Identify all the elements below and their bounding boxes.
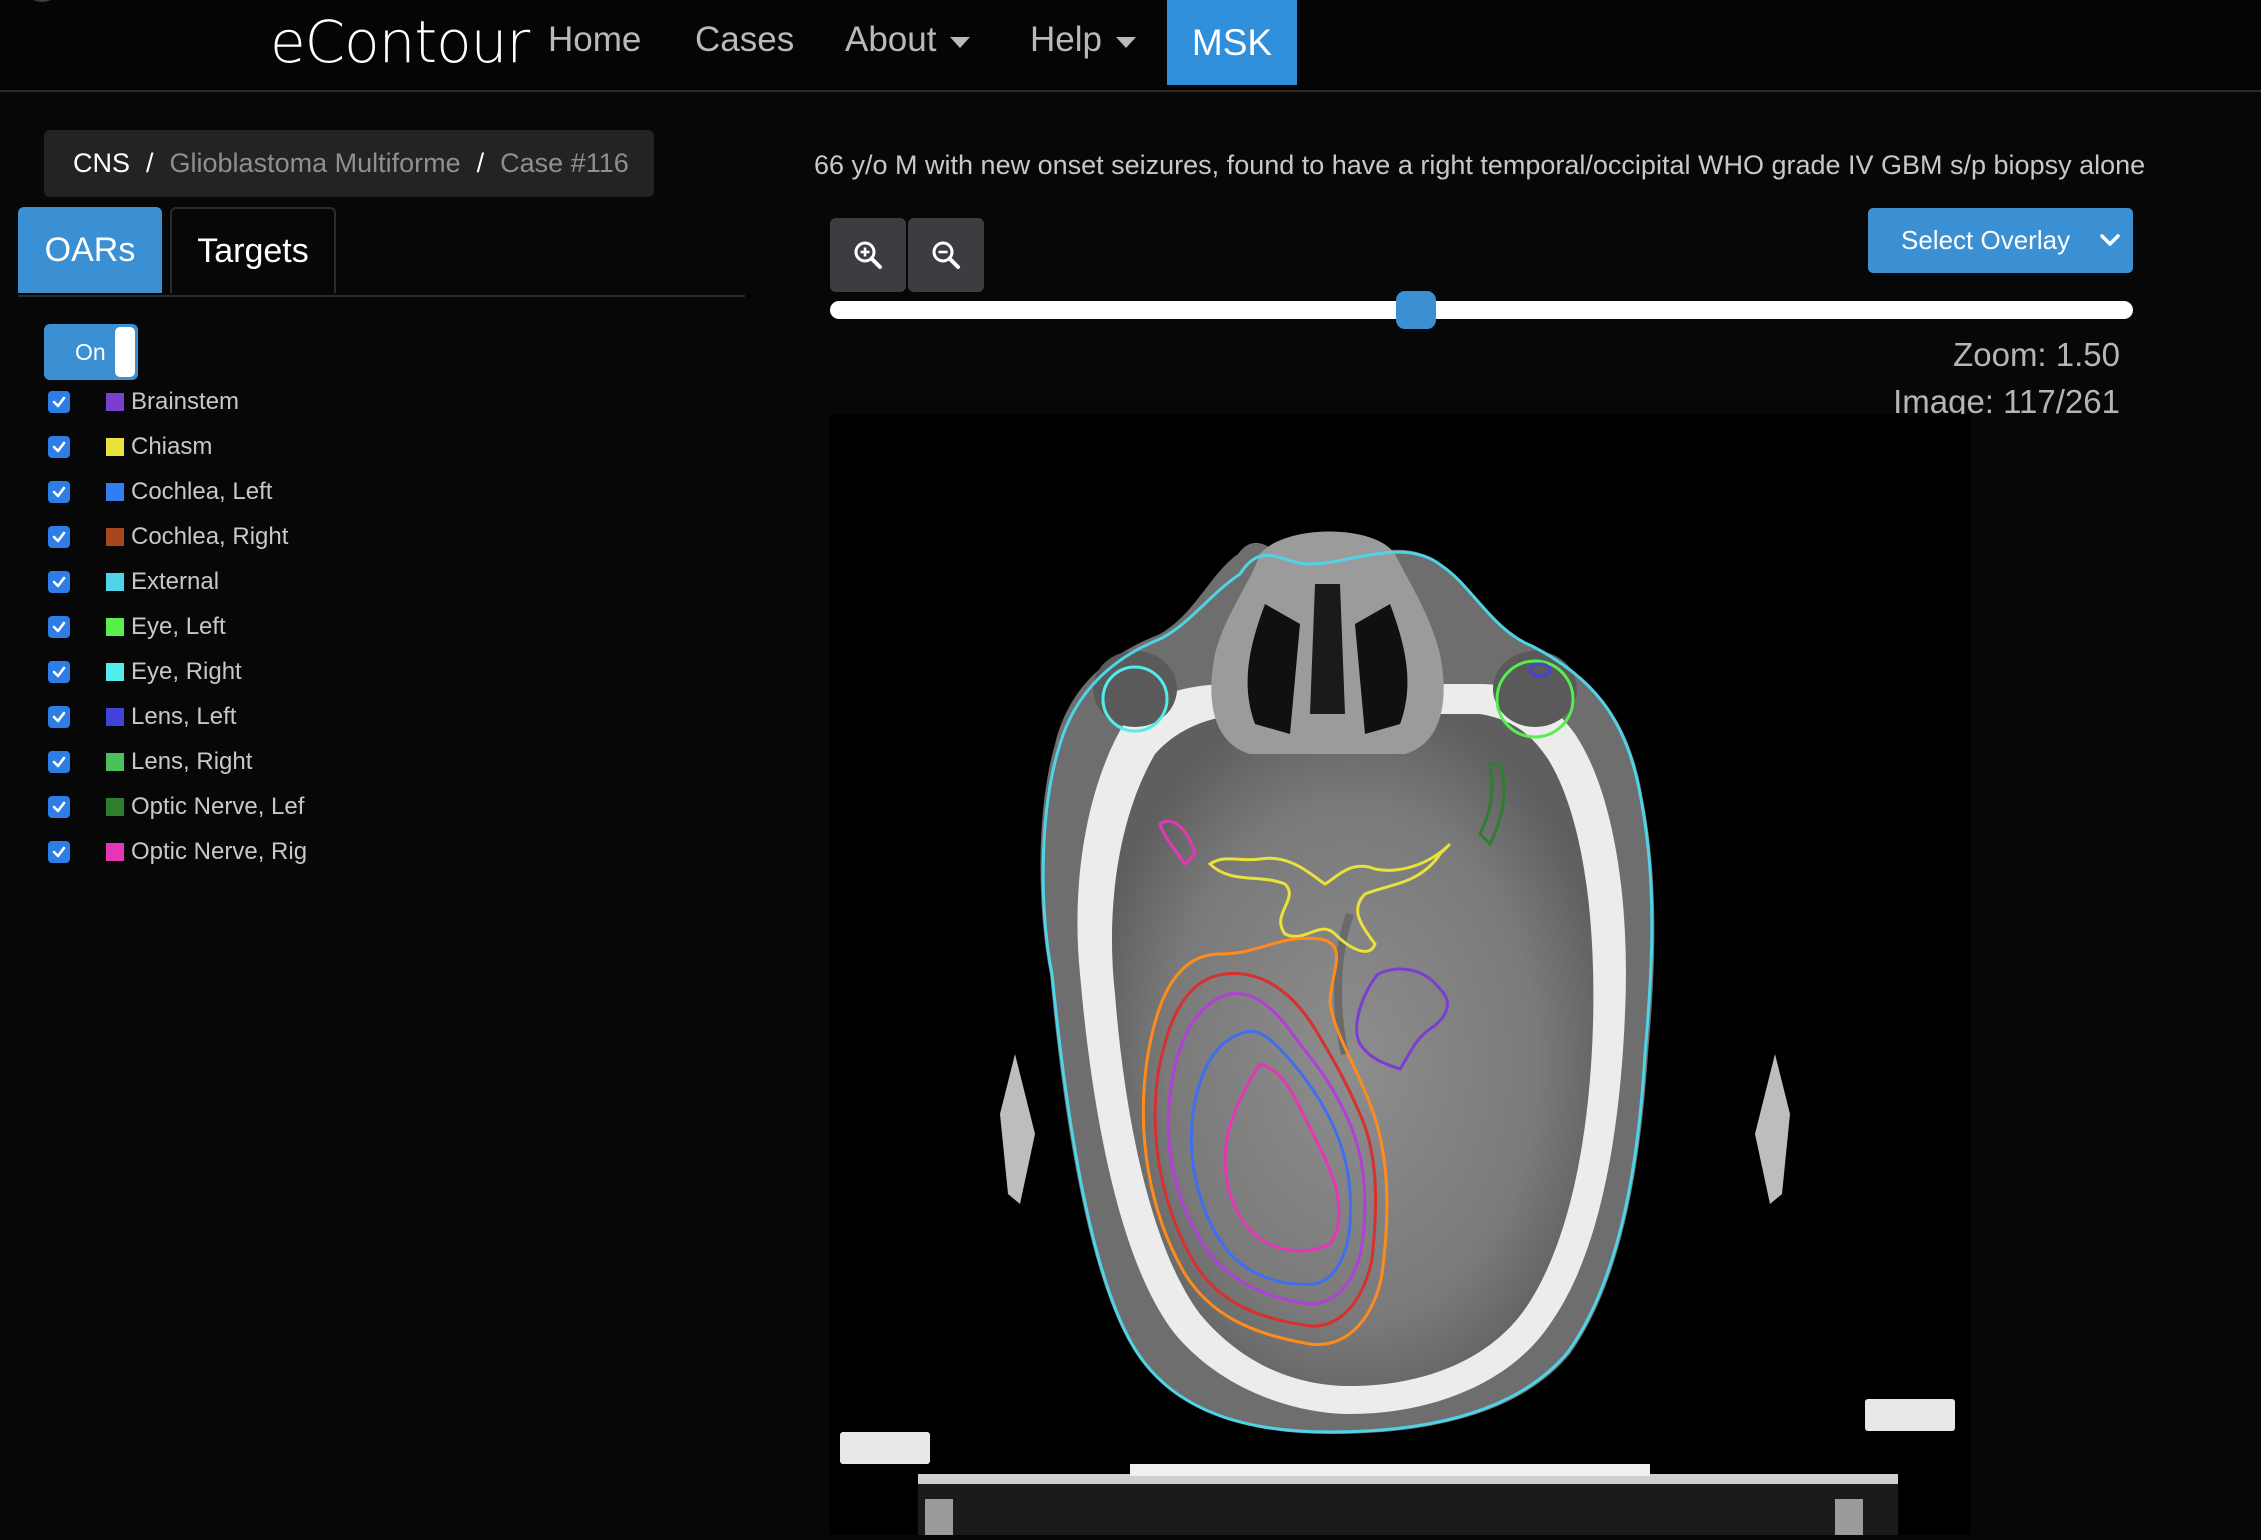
slice-slider-thumb[interactable] bbox=[1396, 291, 1437, 329]
oar-checkbox[interactable] bbox=[48, 751, 70, 773]
brand-logo[interactable]: eContour bbox=[270, 8, 530, 76]
checkmark-icon bbox=[52, 801, 66, 813]
oar-label: Cochlea, Left bbox=[131, 478, 273, 505]
case-description: 66 y/o M with new onset seizures, found … bbox=[814, 150, 2146, 180]
oar-item[interactable]: Eye, Left bbox=[48, 609, 226, 645]
nav-cases[interactable]: Cases bbox=[695, 20, 794, 60]
oar-color-swatch bbox=[106, 573, 124, 591]
select-overlay-label: Select Overlay bbox=[1901, 225, 2071, 255]
checkmark-icon bbox=[52, 846, 66, 858]
breadcrumb-item-case: Case #116 bbox=[500, 148, 629, 178]
oar-label: Eye, Left bbox=[131, 613, 226, 640]
checkmark-icon bbox=[52, 576, 66, 588]
zoom-out-button[interactable] bbox=[908, 218, 984, 292]
breadcrumb: CNS / Glioblastoma Multiforme / Case #11… bbox=[44, 130, 654, 197]
nav-msk[interactable]: MSK bbox=[1167, 0, 1297, 85]
oar-color-swatch bbox=[106, 438, 124, 456]
oar-color-swatch bbox=[106, 618, 124, 636]
toggle-knob bbox=[115, 327, 135, 377]
oar-item[interactable]: Cochlea, Left bbox=[48, 474, 272, 510]
breadcrumb-separator: / bbox=[476, 148, 485, 178]
checkmark-icon bbox=[52, 531, 66, 543]
oar-item[interactable]: Brainstem bbox=[48, 384, 239, 420]
oar-checkbox[interactable] bbox=[48, 436, 70, 458]
checkmark-icon bbox=[52, 396, 66, 408]
zoom-readout: Zoom: 1.50 bbox=[1953, 336, 2120, 373]
ct-image-viewer[interactable] bbox=[830, 414, 1970, 1535]
oar-item[interactable]: Lens, Right bbox=[48, 744, 252, 780]
oar-label: Optic Nerve, Rig bbox=[131, 838, 308, 865]
oar-label: External bbox=[131, 568, 220, 595]
top-navbar: eContour Home Cases About Help MSK bbox=[0, 0, 2261, 92]
oar-checkbox[interactable] bbox=[48, 481, 70, 503]
nav-msk-label: MSK bbox=[1191, 21, 1273, 63]
oar-label: Lens, Left bbox=[131, 703, 237, 730]
nav-cases-label: Cases bbox=[695, 20, 795, 59]
select-overlay-dropdown[interactable]: Select Overlay bbox=[1868, 208, 2133, 273]
oar-color-swatch bbox=[106, 393, 124, 411]
nav-home-label: Home bbox=[548, 20, 642, 59]
checkmark-icon bbox=[52, 756, 66, 768]
caret-down-icon bbox=[950, 36, 971, 48]
breadcrumb-item-cns[interactable]: CNS bbox=[73, 148, 130, 179]
oar-checkbox[interactable] bbox=[48, 796, 70, 818]
oar-color-swatch bbox=[106, 483, 124, 501]
caret-down-icon bbox=[1115, 36, 1136, 48]
oar-item[interactable]: External bbox=[48, 564, 219, 600]
oar-color-swatch bbox=[106, 663, 124, 681]
oar-label: Lens, Right bbox=[131, 748, 253, 775]
oar-label: Eye, Right bbox=[131, 658, 242, 685]
checkmark-icon bbox=[52, 666, 66, 678]
oar-checkbox[interactable] bbox=[48, 841, 70, 863]
oar-item[interactable]: Lens, Left bbox=[48, 699, 236, 735]
toggle-label: On bbox=[75, 339, 106, 365]
tab-targets-label: Targets bbox=[197, 231, 309, 270]
nav-about-label: About bbox=[845, 20, 937, 59]
oar-item[interactable]: Optic Nerve, Rig bbox=[48, 834, 307, 870]
checkmark-icon bbox=[52, 621, 66, 633]
structure-tabs: OARs Targets bbox=[18, 207, 745, 297]
nav-help-label: Help bbox=[1030, 20, 1102, 59]
checkmark-icon bbox=[52, 486, 66, 498]
zoom-out-icon bbox=[932, 241, 960, 269]
oar-label: Chiasm bbox=[131, 433, 213, 460]
oar-checkbox[interactable] bbox=[48, 706, 70, 728]
chevron-down-icon bbox=[2100, 234, 2120, 246]
oar-checkbox[interactable] bbox=[48, 571, 70, 593]
nav-home[interactable]: Home bbox=[548, 20, 641, 60]
nav-about-dropdown[interactable]: About bbox=[845, 20, 971, 60]
oar-label: Brainstem bbox=[131, 388, 240, 415]
oar-label: Optic Nerve, Lef bbox=[131, 793, 305, 820]
breadcrumb-item-disease[interactable]: Glioblastoma Multiforme bbox=[170, 148, 461, 179]
oar-label: Cochlea, Right bbox=[131, 523, 289, 550]
oar-item[interactable]: Chiasm bbox=[48, 429, 212, 465]
zoom-in-icon bbox=[854, 241, 882, 269]
oar-color-swatch bbox=[106, 753, 124, 771]
ct-scan-image bbox=[830, 414, 1970, 1535]
nav-help-dropdown[interactable]: Help bbox=[1030, 20, 1136, 60]
structures-toggle[interactable]: On bbox=[44, 324, 138, 380]
tab-targets[interactable]: Targets bbox=[170, 207, 336, 293]
slice-slider[interactable] bbox=[830, 291, 2133, 329]
oar-checkbox[interactable] bbox=[48, 391, 70, 413]
breadcrumb-separator: / bbox=[146, 148, 154, 178]
checkmark-icon bbox=[52, 711, 66, 723]
avatar[interactable] bbox=[22, 0, 62, 2]
oar-color-swatch bbox=[106, 798, 124, 816]
oar-item[interactable]: Cochlea, Right bbox=[48, 519, 288, 555]
oar-checkbox[interactable] bbox=[48, 661, 70, 683]
tab-oars-label: OARs bbox=[44, 230, 136, 269]
oar-checkbox[interactable] bbox=[48, 526, 70, 548]
zoom-in-button[interactable] bbox=[830, 218, 906, 292]
oar-item[interactable]: Optic Nerve, Lef bbox=[48, 789, 304, 825]
oar-checkbox[interactable] bbox=[48, 616, 70, 638]
oar-item[interactable]: Eye, Right bbox=[48, 654, 242, 690]
oar-color-swatch bbox=[106, 708, 124, 726]
oar-color-swatch bbox=[106, 843, 124, 861]
checkmark-icon bbox=[52, 441, 66, 453]
tab-oars[interactable]: OARs bbox=[18, 207, 162, 293]
oar-color-swatch bbox=[106, 528, 124, 546]
